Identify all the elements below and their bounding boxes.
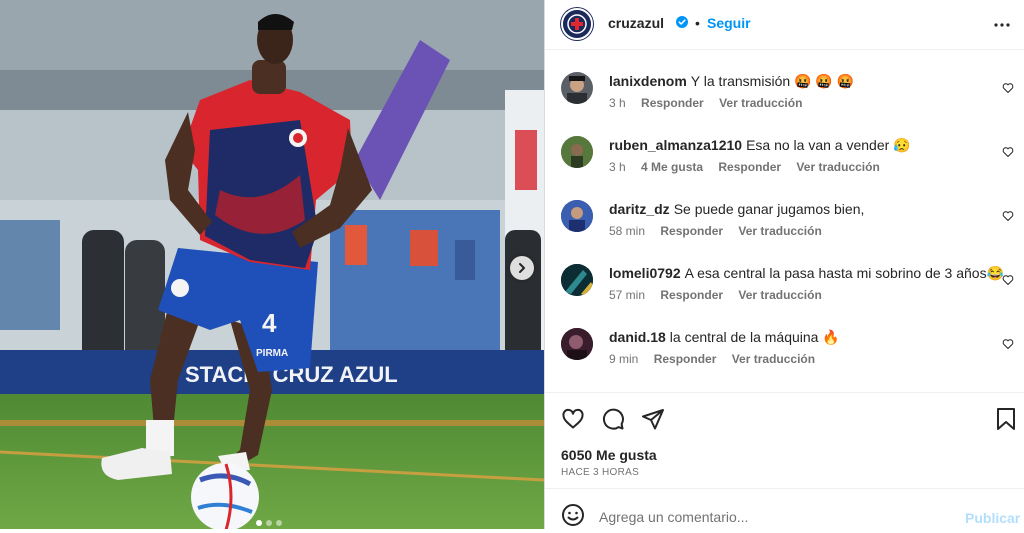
- comment-body: la central de la máquina 🔥: [669, 329, 840, 345]
- commenter-avatar[interactable]: [561, 72, 593, 104]
- likes-count[interactable]: 6050 Me gusta: [561, 447, 657, 463]
- comment-username[interactable]: ruben_almanza1210: [609, 137, 742, 153]
- comment-input[interactable]: [599, 501, 939, 533]
- instagram-post: STACIO CRUZ AZUL 4 PIRMA cruzazul • Segu…: [0, 0, 1024, 533]
- cruz-azul-logo-icon: [563, 10, 591, 38]
- carousel-dot: [266, 520, 272, 526]
- reply-button[interactable]: Responder: [654, 352, 717, 366]
- comment-username[interactable]: lomeli0792: [609, 265, 681, 281]
- like-heart-icon[interactable]: [561, 407, 585, 431]
- comment-like-heart-icon[interactable]: [1002, 82, 1014, 94]
- comment-time: 58 min: [609, 224, 646, 238]
- comment-username[interactable]: daritz_dz: [609, 201, 670, 217]
- comment-item: lomeli0792 A esa central la pasa hasta mi…: [545, 260, 1024, 316]
- save-bookmark-icon[interactable]: [995, 407, 1017, 431]
- account-avatar[interactable]: [561, 8, 593, 40]
- comment-text: lanixdenom Y la transmisión 🤬 🤬 🤬: [609, 72, 989, 90]
- comment-time: 9 min: [609, 352, 639, 366]
- comment-likes-count[interactable]: 4 Me gusta: [641, 160, 703, 174]
- post-actions: 6050 Me gusta HACE 3 HORAS: [545, 392, 1024, 488]
- avatar-photo: [561, 200, 593, 232]
- carousel-dot: [276, 520, 282, 526]
- comment-body: Se puede ganar jugamos bien,: [673, 201, 865, 217]
- translate-button[interactable]: Ver traducción: [732, 352, 815, 366]
- commenter-avatar[interactable]: [561, 200, 593, 232]
- publish-button[interactable]: Publicar: [965, 510, 1020, 526]
- reply-button[interactable]: Responder: [718, 160, 781, 174]
- comment-body: Y la transmisión 🤬 🤬 🤬: [690, 73, 855, 89]
- verified-badge-icon: [676, 16, 688, 28]
- comment-like-heart-icon[interactable]: [1002, 146, 1014, 158]
- comment-text: ruben_almanza1210 Esa no la van a vender …: [609, 136, 989, 154]
- post-media[interactable]: STACIO CRUZ AZUL 4 PIRMA: [0, 0, 544, 529]
- post-photo: STACIO CRUZ AZUL 4 PIRMA: [0, 0, 544, 529]
- reply-button[interactable]: Responder: [641, 96, 704, 110]
- share-send-icon[interactable]: [641, 407, 665, 431]
- svg-text:4: 4: [262, 308, 277, 338]
- next-slide-button[interactable]: [510, 256, 534, 280]
- reply-button[interactable]: Responder: [660, 224, 723, 238]
- comment-meta: 9 min Responder Ver traducción: [609, 352, 827, 366]
- comment-time: 3 h: [609, 96, 626, 110]
- comment-list[interactable]: lanixdenom Y la transmisión 🤬 🤬 🤬 3 h Res…: [545, 50, 1024, 392]
- comment-meta: 3 h 4 Me gusta Responder Ver traducción: [609, 160, 892, 174]
- comment-body: Esa no la van a vender 😥: [746, 137, 911, 153]
- comment-text: lomeli0792 A esa central la pasa hasta mi…: [609, 264, 1004, 282]
- comment-like-heart-icon[interactable]: [1002, 210, 1014, 222]
- follow-button[interactable]: Seguir: [707, 15, 751, 31]
- svg-text:PIRMA: PIRMA: [256, 348, 288, 359]
- comment-like-heart-icon[interactable]: [1002, 338, 1014, 350]
- chevron-right-icon: [519, 263, 525, 273]
- translate-button[interactable]: Ver traducción: [738, 288, 821, 302]
- comment-body: A esa central la pasa hasta mi sobrino d…: [684, 265, 1005, 281]
- commenter-avatar[interactable]: [561, 136, 593, 168]
- comment-time: 57 min: [609, 288, 646, 302]
- comment-text: danid.18 la central de la máquina 🔥: [609, 328, 989, 346]
- translate-button[interactable]: Ver traducción: [738, 224, 821, 238]
- comment-item: ruben_almanza1210 Esa no la van a vender …: [545, 132, 1024, 188]
- commenter-avatar[interactable]: [561, 328, 593, 360]
- reply-button[interactable]: Responder: [660, 288, 723, 302]
- avatar-photo: [561, 264, 593, 296]
- comment-username[interactable]: lanixdenom: [609, 73, 687, 89]
- comment-item: lanixdenom Y la transmisión 🤬 🤬 🤬 3 h Res…: [545, 68, 1024, 124]
- comment-username[interactable]: danid.18: [609, 329, 666, 345]
- more-options-icon[interactable]: [993, 16, 1011, 34]
- comment-item: daritz_dz Se puede ganar jugamos bien, 58…: [545, 196, 1024, 252]
- post-header: cruzazul • Seguir: [545, 0, 1024, 50]
- emoji-smiley-icon[interactable]: [561, 503, 585, 527]
- commenter-avatar[interactable]: [561, 264, 593, 296]
- comment-meta: 57 min Responder Ver traducción: [609, 288, 834, 302]
- comment-meta: 58 min Responder Ver traducción: [609, 224, 834, 238]
- avatar-photo: [561, 136, 593, 168]
- comment-like-heart-icon[interactable]: [1002, 274, 1014, 286]
- translate-button[interactable]: Ver traducción: [719, 96, 802, 110]
- comment-text: daritz_dz Se puede ganar jugamos bien,: [609, 200, 989, 218]
- avatar-photo: [561, 328, 593, 360]
- comment-composer: Publicar: [545, 488, 1024, 533]
- carousel-dot-active: [256, 520, 262, 526]
- avatar-photo: [567, 76, 587, 104]
- account-username[interactable]: cruzazul: [608, 15, 664, 31]
- post-timestamp: HACE 3 HORAS: [561, 467, 640, 478]
- comment-bubble-icon[interactable]: [601, 407, 625, 431]
- translate-button[interactable]: Ver traducción: [796, 160, 879, 174]
- post-side-panel: cruzazul • Seguir lanixdenom Y la transmi…: [544, 0, 1024, 533]
- comment-time: 3 h: [609, 160, 626, 174]
- comment-meta: 3 h Responder Ver traducción: [609, 96, 814, 110]
- header-separator: •: [695, 15, 700, 31]
- comment-item: danid.18 la central de la máquina 🔥 9 min…: [545, 324, 1024, 380]
- carousel-indicator: [256, 520, 282, 526]
